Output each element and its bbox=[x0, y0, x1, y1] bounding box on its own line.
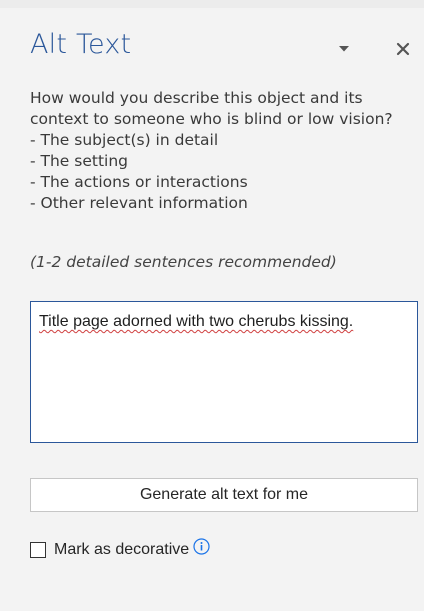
decorative-checkbox[interactable] bbox=[30, 542, 46, 558]
alt-text-input[interactable]: Title page adorned with two cherubs kiss… bbox=[30, 301, 418, 443]
description-list: - The subject(s) in detail - The setting… bbox=[30, 130, 418, 214]
description: How would you describe this object and i… bbox=[30, 88, 418, 214]
list-item: - The actions or interactions bbox=[30, 173, 248, 191]
list-item: - The setting bbox=[30, 152, 129, 170]
generate-alt-text-button[interactable]: Generate alt text for me bbox=[30, 478, 418, 512]
info-icon[interactable] bbox=[193, 537, 210, 555]
recommendation-hint: (1-2 detailed sentences recommended) bbox=[30, 253, 337, 271]
alt-text-pane: Alt Text How would you describe this obj… bbox=[0, 0, 424, 611]
list-item: - Other relevant information bbox=[30, 194, 248, 212]
decorative-label[interactable]: Mark as decorative bbox=[54, 541, 189, 559]
chevron-down-icon bbox=[339, 46, 349, 52]
decorative-row: Mark as decorative bbox=[30, 537, 210, 559]
close-icon bbox=[396, 42, 410, 56]
list-item: - The subject(s) in detail bbox=[30, 131, 219, 149]
close-button[interactable] bbox=[390, 36, 416, 62]
pane-title: Alt Text bbox=[30, 29, 132, 60]
description-intro: How would you describe this object and i… bbox=[30, 89, 393, 128]
pane-options-button[interactable] bbox=[331, 36, 357, 62]
